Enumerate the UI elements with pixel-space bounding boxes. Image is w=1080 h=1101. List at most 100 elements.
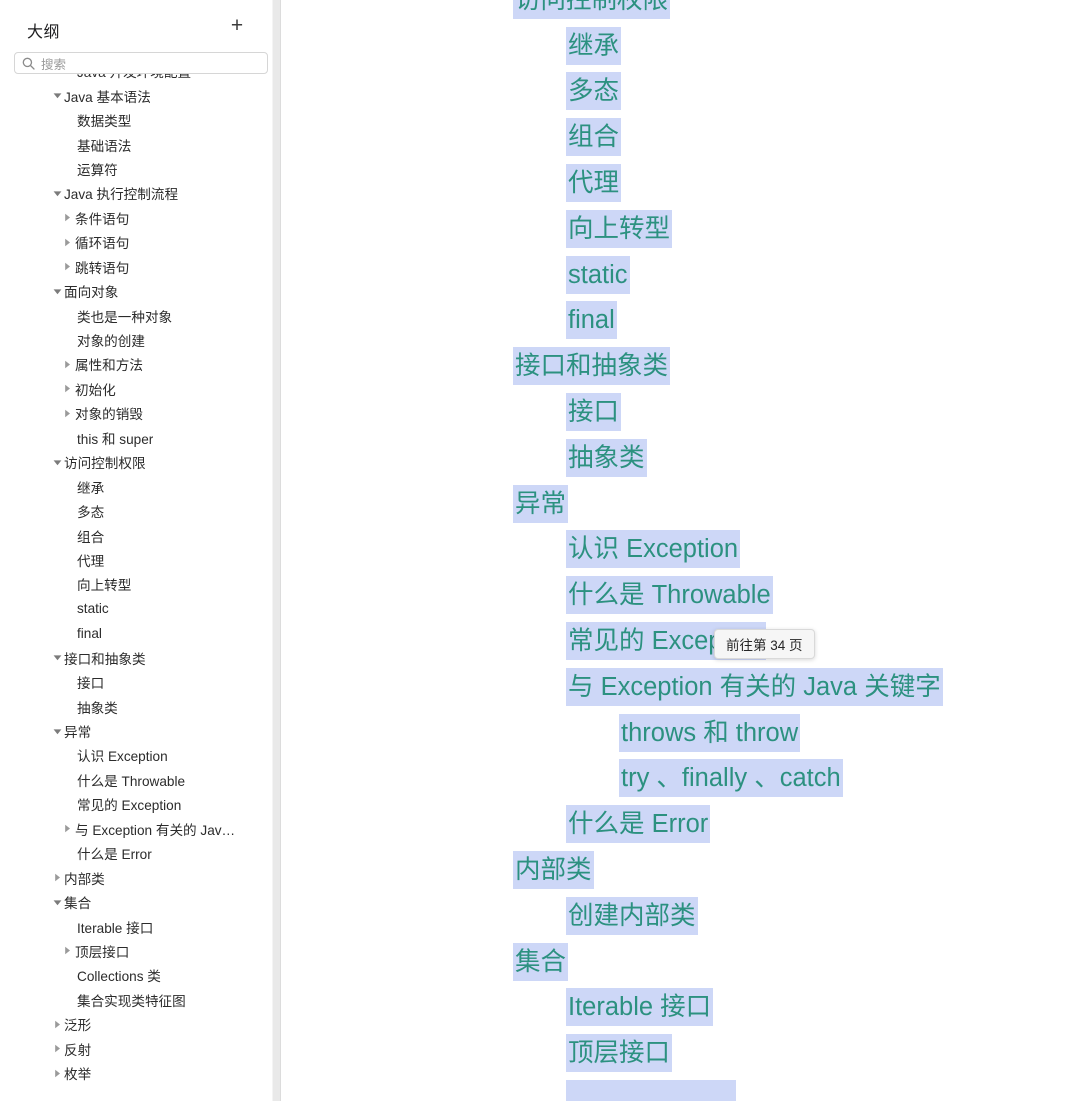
chevron-right-icon[interactable] <box>62 261 73 272</box>
outline-tree-scroll[interactable]: Java 开发环境配置 Java 基本语法数据类型基础语法运算符 Java 执行控制… <box>0 74 272 1101</box>
chevron-down-icon[interactable] <box>52 90 63 101</box>
outline-tree-item[interactable]: 运算符 <box>0 157 272 181</box>
outline-tree-item-label: 抽象类 <box>77 700 118 716</box>
chevron-down-icon[interactable] <box>52 188 63 199</box>
chevron-right-icon[interactable] <box>52 1019 63 1030</box>
outline-tree-item[interactable]: 条件语句 <box>0 206 272 230</box>
outline-tree-item[interactable]: static <box>0 597 272 621</box>
outline-text-line[interactable]: 集合 <box>281 939 1080 985</box>
outline-tree-item[interactable]: Collections 类 <box>0 963 272 987</box>
outline-text-line[interactable]: 接口和抽象类 <box>281 343 1080 389</box>
outline-text-line[interactable]: 异常 <box>281 481 1080 527</box>
outline-tree-item[interactable]: 反射 <box>0 1037 272 1061</box>
outline-tree-item[interactable]: 面向对象 <box>0 279 272 303</box>
chevron-down-icon[interactable] <box>52 726 63 737</box>
outline-tree-item[interactable]: this 和 super <box>0 426 272 450</box>
outline-tree-item[interactable]: Java 开发环境配置 <box>0 74 272 83</box>
outline-tree-item[interactable]: final <box>0 621 272 645</box>
outline-text-line[interactable]: throws 和 throw <box>281 710 1080 756</box>
chevron-right-icon[interactable] <box>62 237 73 248</box>
chevron-down-icon[interactable] <box>52 652 63 663</box>
outline-text-line[interactable] <box>281 1076 1080 1101</box>
outline-text-line[interactable]: 与 Exception 有关的 Java 关键字 <box>281 664 1080 710</box>
outline-text-line[interactable]: 访问控制权限 <box>281 0 1080 23</box>
outline-tree-item[interactable]: 循环语句 <box>0 230 272 254</box>
outline-tree-item[interactable]: 什么是 Throwable <box>0 768 272 792</box>
outline-tree-item[interactable]: 内部类 <box>0 865 272 889</box>
outline-text-line[interactable]: 什么是 Throwable <box>281 572 1080 618</box>
outline-tree-item[interactable]: 什么是 Error <box>0 841 272 865</box>
chevron-right-icon[interactable] <box>62 359 73 370</box>
outline-tree-item[interactable]: 顶层接口 <box>0 939 272 963</box>
outline-tree-item[interactable]: 向上转型 <box>0 572 272 596</box>
outline-text-line[interactable]: 向上转型 <box>281 206 1080 252</box>
chevron-down-icon[interactable] <box>52 286 63 297</box>
outline-tree-item[interactable]: 与 Exception 有关的 Jav… <box>0 817 272 841</box>
outline-text-line[interactable]: static <box>281 252 1080 298</box>
chevron-down-icon[interactable] <box>52 897 63 908</box>
chevron-right-icon[interactable] <box>52 872 63 883</box>
outline-text-line[interactable]: 内部类 <box>281 847 1080 893</box>
outline-tree-item[interactable]: 对象的销毁 <box>0 401 272 425</box>
outline-tree-item-label: 初始化 <box>75 382 116 398</box>
add-button[interactable]: + <box>224 12 250 38</box>
outline-text-line[interactable]: 常见的 Exception <box>281 618 1080 664</box>
document-content[interactable]: 访问控制权限继承多态组合代理向上转型 static final 接口和抽象类接口抽象类… <box>281 0 1080 1101</box>
chevron-right-icon[interactable] <box>62 945 73 956</box>
outline-tree-item[interactable]: 跳转语句 <box>0 255 272 279</box>
outline-text-line[interactable]: 顶层接口 <box>281 1030 1080 1076</box>
outline-text-line-label: static <box>566 255 630 294</box>
outline-tree-item[interactable]: Java 执行控制流程 <box>0 181 272 205</box>
outline-text-line[interactable]: 代理 <box>281 160 1080 206</box>
outline-tree-item[interactable]: 代理 <box>0 548 272 572</box>
outline-text-line[interactable]: 抽象类 <box>281 435 1080 481</box>
outline-text-line[interactable]: 组合 <box>281 114 1080 160</box>
outline-text-line[interactable]: final <box>281 298 1080 344</box>
outline-tree-item[interactable]: 集合实现类特征图 <box>0 988 272 1012</box>
chevron-right-icon[interactable] <box>62 823 73 834</box>
outline-text-line[interactable]: 多态 <box>281 69 1080 115</box>
outline-text-line[interactable]: try 、finally 、catch <box>281 756 1080 802</box>
outline-tree-item[interactable]: 访问控制权限 <box>0 450 272 474</box>
outline-text-line-label: 内部类 <box>513 851 594 890</box>
chevron-right-icon[interactable] <box>62 383 73 394</box>
outline-tree-item[interactable]: 类也是一种对象 <box>0 303 272 327</box>
outline-tree-item-label: static <box>77 601 109 617</box>
outline-tree-item[interactable]: 接口 <box>0 670 272 694</box>
outline-tree-item[interactable]: Java 基本语法 <box>0 83 272 107</box>
outline-tree-item[interactable]: 枚举 <box>0 1061 272 1085</box>
search-input[interactable]: 搜索 <box>14 52 268 74</box>
outline-tree-item[interactable]: 认识 Exception <box>0 743 272 767</box>
chevron-right-icon[interactable] <box>52 1068 63 1079</box>
search-field-wrapper[interactable]: 搜索 <box>14 52 268 74</box>
chevron-right-icon[interactable] <box>52 1043 63 1054</box>
outline-tree-item[interactable]: 接口和抽象类 <box>0 646 272 670</box>
chevron-down-icon[interactable] <box>52 457 63 468</box>
outline-tree-item[interactable]: 继承 <box>0 474 272 498</box>
outline-tree-item[interactable]: 泛形 <box>0 1012 272 1036</box>
outline-tree-item-label: 类也是一种对象 <box>77 309 173 325</box>
outline-tree-item[interactable]: 组合 <box>0 523 272 547</box>
outline-tree-item[interactable]: 多态 <box>0 499 272 523</box>
outline-text-line[interactable]: Iterable 接口 <box>281 985 1080 1031</box>
outline-tree-item[interactable]: 异常 <box>0 719 272 743</box>
outline-text-line[interactable]: 创建内部类 <box>281 893 1080 939</box>
outline-tree-item[interactable]: 初始化 <box>0 377 272 401</box>
chevron-right-icon[interactable] <box>62 408 73 419</box>
outline-text-line[interactable]: 认识 Exception <box>281 527 1080 573</box>
outline-tree-item[interactable]: 属性和方法 <box>0 352 272 376</box>
outline-text-line[interactable]: 接口 <box>281 389 1080 435</box>
chevron-right-icon[interactable] <box>62 212 73 223</box>
outline-tree-item[interactable]: 集合 <box>0 890 272 914</box>
search-placeholder: 搜索 <box>41 57 67 72</box>
outline-text-line-label: try 、finally 、catch <box>619 759 843 798</box>
outline-text-line[interactable]: 什么是 Error <box>281 801 1080 847</box>
outline-tree-item[interactable]: 抽象类 <box>0 694 272 718</box>
outline-tree-item[interactable]: 基础语法 <box>0 132 272 156</box>
outline-tree-item[interactable]: 常见的 Exception <box>0 792 272 816</box>
outline-tree-item[interactable]: 对象的创建 <box>0 328 272 352</box>
outline-tree-item-label: 接口 <box>77 676 105 692</box>
outline-text-line[interactable]: 继承 <box>281 23 1080 69</box>
outline-tree-item[interactable]: 数据类型 <box>0 108 272 132</box>
outline-tree-item[interactable]: Iterable 接口 <box>0 914 272 938</box>
